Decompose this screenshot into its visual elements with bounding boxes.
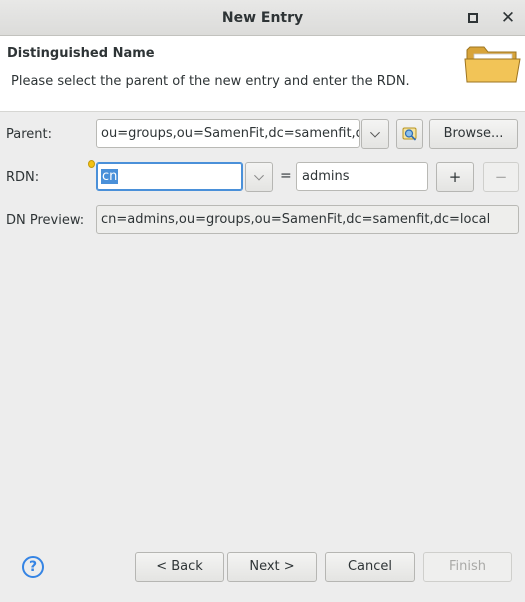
add-rdn-button[interactable]: + [436,162,474,192]
chevron-down-icon [254,170,264,181]
close-icon[interactable]: ✕ [499,9,517,27]
dn-preview-field: cn=admins,ou=groups,ou=SamenFit,dc=samen… [96,205,519,234]
parent-combo-input[interactable]: ou=groups,ou=SamenFit,dc=samenfit,dc=loc… [96,119,360,148]
dn-preview-label: DN Preview: [6,213,85,228]
content-assist-decoration-icon [88,160,95,168]
title-bar: New Entry ✕ [0,0,525,36]
wizard-header: Distinguished Name Please select the par… [0,36,525,112]
help-icon[interactable]: ? [22,556,44,578]
back-button[interactable]: < Back [135,552,224,582]
rdn-label: RDN: [6,170,40,185]
finish-button[interactable]: Finish [423,552,512,582]
remove-rdn-button[interactable]: − [483,162,519,192]
window-title: New Entry [221,10,304,26]
folder-icon [464,46,521,83]
browse-entry-button[interactable] [396,119,423,149]
rdn-attribute-value: cn [101,169,119,184]
chevron-down-icon [370,127,380,138]
rdn-attribute-input[interactable]: cn [96,162,243,191]
maximize-icon[interactable] [464,9,482,27]
ldap-browse-icon [402,127,417,141]
rdn-attribute-dropdown-button[interactable] [245,162,273,192]
page-description: Please select the parent of the new entr… [11,74,410,89]
cancel-button[interactable]: Cancel [325,552,415,582]
rdn-value-input[interactable]: admins [296,162,428,191]
rdn-equals-sign: = [280,168,292,184]
page-title: Distinguished Name [7,46,155,61]
next-button[interactable]: Next > [227,552,317,582]
parent-label: Parent: [6,127,52,142]
parent-dropdown-button[interactable] [361,119,389,149]
browse-button[interactable]: Browse... [429,119,518,149]
